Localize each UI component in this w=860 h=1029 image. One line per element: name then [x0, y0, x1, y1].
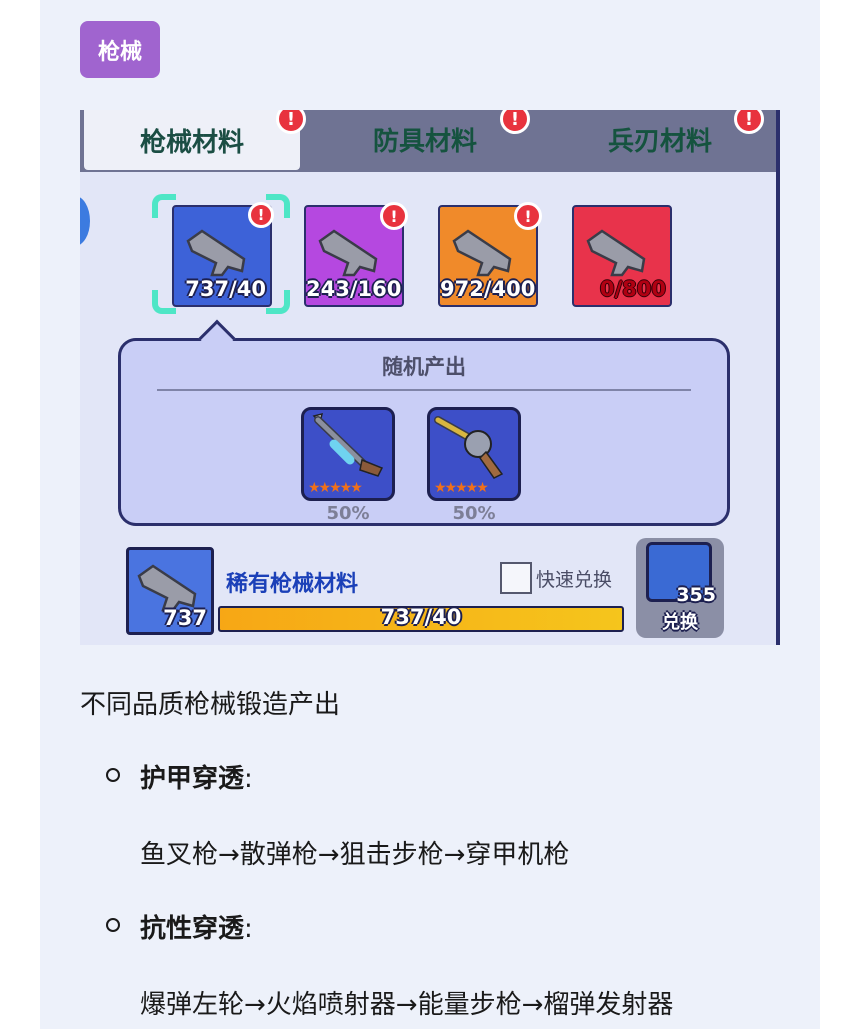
reward-probability: 50%	[326, 503, 370, 524]
reward-probability: 50%	[452, 503, 496, 524]
reward-item[interactable]: ★★★★★	[301, 407, 395, 501]
progress-bar: 737/40	[218, 605, 624, 632]
gun-material-icon	[318, 229, 378, 277]
rarity-stars: ★★★★★	[308, 480, 363, 496]
bullet-icon	[106, 768, 120, 782]
harpoon-gun-icon	[312, 412, 384, 477]
exchange-count: 355	[676, 584, 716, 606]
divider	[157, 389, 691, 391]
bullet-body: 爆弹左轮→火焰喷射器→能量步枪→榴弹发射器	[140, 990, 674, 1020]
article-container: 枪械 枪械材料 防具材料 兵刃材料 ! ! ! 737/40 ! 243/160…	[40, 0, 820, 1029]
material-count: 972/400	[440, 277, 536, 301]
intro-text: 不同品质枪械锻造产出	[80, 690, 341, 720]
bullet-icon	[106, 918, 120, 932]
selection-corner	[152, 194, 176, 218]
quick-exchange-toggle[interactable]: 快速兑换	[500, 562, 612, 594]
alert-icon: !	[248, 202, 274, 228]
material-slot-red[interactable]: 0/800	[572, 205, 672, 307]
material-count: 243/160	[306, 277, 402, 301]
quick-exchange-label: 快速兑换	[536, 568, 613, 591]
gun-material-icon	[452, 229, 512, 277]
selection-corner	[152, 290, 176, 314]
material-count: 737	[163, 606, 207, 630]
material-count: 0/800	[599, 277, 666, 301]
bullet-body: 鱼叉枪→散弹枪→狙击步枪→穿甲机枪	[140, 840, 570, 870]
quick-exchange-checkbox[interactable]	[500, 562, 532, 594]
alert-icon: !	[514, 202, 542, 230]
revolver-icon	[434, 416, 504, 479]
material-count: 737/40	[185, 277, 266, 301]
tab-gun-materials[interactable]: 枪械材料	[84, 110, 300, 170]
random-output-panel: 随机产出 ★★★★★ 50% ★★★★★ 50%	[118, 338, 730, 526]
reward-item[interactable]: ★★★★★	[427, 407, 521, 501]
progress-text: 737/40	[380, 605, 462, 629]
alert-icon: !	[380, 202, 408, 230]
exchange-button[interactable]: 355 兑换	[636, 538, 724, 638]
gun-material-icon	[586, 229, 646, 277]
bullet-heading: 抗性穿透:	[140, 914, 253, 944]
tab-armor-materials[interactable]: 防具材料	[330, 110, 520, 168]
tab-blade-materials[interactable]: 兵刃材料	[560, 110, 760, 168]
category-tag: 枪械	[80, 21, 160, 78]
bullet-heading: 护甲穿透:	[140, 764, 253, 794]
panel-title: 随机产出	[382, 355, 466, 379]
side-bubble	[80, 196, 90, 246]
rarity-stars: ★★★★★	[434, 480, 489, 496]
exchange-label: 兑换	[662, 612, 698, 633]
gun-material-icon	[186, 229, 246, 277]
selection-corner	[266, 290, 290, 314]
rare-material-icon: 737	[126, 547, 214, 635]
game-screenshot: 枪械材料 防具材料 兵刃材料 ! ! ! 737/40 ! 243/160 !	[80, 110, 780, 645]
material-name: 稀有枪械材料	[226, 572, 359, 597]
